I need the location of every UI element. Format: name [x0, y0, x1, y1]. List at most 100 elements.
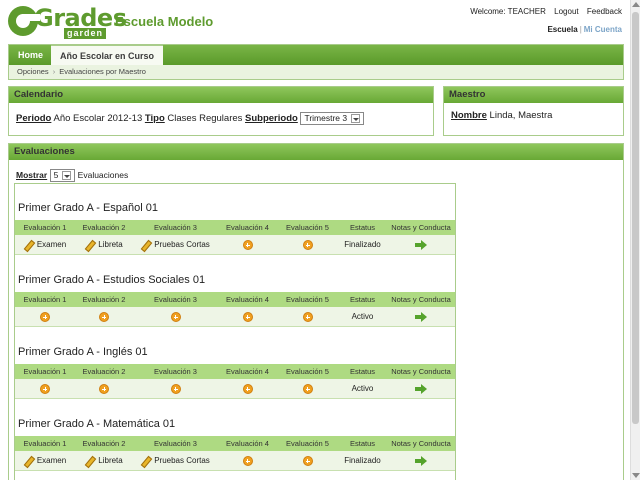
feedback-link[interactable]: Feedback	[587, 7, 622, 16]
column-header: Evaluación 5	[286, 223, 329, 232]
table-row: Activo	[15, 379, 455, 399]
pencil-icon	[85, 240, 95, 250]
scroll-up-icon[interactable]	[632, 2, 640, 7]
page-content: Grades garden Escuela Modelo Welcome: TE…	[0, 0, 630, 480]
evaluaciones-title: Evaluaciones	[9, 144, 623, 160]
course-title: Primer Grado A - Inglés 01	[18, 346, 148, 358]
course-block: Primer Grado A - Estudios Sociales 01 Eva…	[15, 256, 455, 328]
mostrar-row: Mostrar 5 Evaluaciones	[16, 169, 128, 182]
column-header: Notas y Conducta	[391, 439, 451, 448]
add-evaluation-button[interactable]	[218, 451, 277, 471]
tab-ano-escolar[interactable]: Año Escolar en Curso	[51, 45, 164, 65]
evaluation-link[interactable]: Libreta	[75, 451, 133, 471]
grid-header: Evaluación 1 Evaluación 2 Evaluación 3 Eval…	[15, 292, 455, 307]
periodo-label: Periodo	[16, 113, 52, 125]
add-evaluation-button[interactable]	[277, 379, 338, 399]
plus-circle-icon	[99, 383, 109, 394]
pencil-icon	[85, 456, 95, 466]
notas-conducta-button[interactable]	[387, 379, 455, 399]
arrow-right-icon	[415, 311, 427, 322]
add-evaluation-button[interactable]	[15, 379, 75, 399]
table-row: Examen Libreta Pruebas Cortas Finalizado	[15, 235, 455, 255]
column-header: Evaluación 3	[154, 295, 197, 304]
notas-conducta-button[interactable]	[387, 307, 455, 327]
tab-home[interactable]: Home	[9, 45, 52, 65]
account-mi-cuenta-link[interactable]: Mi Cuenta	[584, 25, 622, 34]
mostrar-label: Mostrar	[16, 169, 48, 180]
viewport: Grades garden Escuela Modelo Welcome: TE…	[0, 0, 640, 480]
column-header: Evaluación 2	[82, 439, 126, 448]
status-text: Finalizado	[344, 456, 381, 465]
column-header: Evaluación 3	[154, 223, 197, 232]
course-block: Primer Grado A - Matemática 01 Evaluación…	[15, 400, 455, 472]
add-evaluation-button[interactable]	[15, 307, 75, 327]
add-evaluation-button[interactable]	[277, 451, 338, 471]
account-separator: |	[579, 25, 582, 34]
status-text: Finalizado	[344, 240, 381, 249]
course-title: Primer Grado A - Español 01	[18, 202, 159, 214]
plus-circle-icon	[302, 239, 313, 250]
grades-garden-logo[interactable]: Grades garden	[8, 4, 127, 39]
table-row: Activo	[15, 307, 455, 327]
column-header: Estatus	[349, 367, 375, 376]
table-row: Examen Libreta Pruebas Cortas Finalizado	[15, 451, 455, 471]
school-name: Escuela Modelo	[115, 14, 214, 29]
notas-conducta-button[interactable]	[387, 451, 455, 471]
add-evaluation-button[interactable]	[218, 235, 277, 255]
column-header: Evaluación 2	[82, 367, 126, 376]
evaluation-link[interactable]: Libreta	[75, 235, 133, 255]
plus-circle-icon	[302, 455, 313, 466]
add-evaluation-button[interactable]	[218, 379, 277, 399]
column-header: Evaluación 5	[286, 367, 329, 376]
maestro-fields: Nombre Linda, Maestra	[451, 110, 552, 121]
mostrar-select[interactable]: 5	[49, 169, 76, 182]
add-evaluation-button[interactable]	[133, 307, 218, 327]
add-evaluation-button[interactable]	[133, 379, 218, 399]
logout-link[interactable]: Logout	[554, 7, 578, 16]
grid-header: Evaluación 1 Evaluación 2 Evaluación 3 Eval…	[15, 436, 455, 451]
evaluation-link[interactable]: Pruebas Cortas	[133, 451, 218, 471]
course-block: Primer Grado A - Español 01 Evaluación 1 E…	[15, 184, 455, 256]
notas-conducta-button[interactable]	[387, 235, 455, 255]
evaluation-link[interactable]: Examen	[15, 235, 75, 255]
grid-header: Evaluación 1 Evaluación 2 Evaluación 3 Eval…	[15, 364, 455, 379]
calendario-title: Calendario	[9, 87, 433, 103]
breadcrumb-opciones[interactable]: Opciones	[17, 67, 49, 76]
plus-circle-icon	[242, 455, 253, 466]
tipo-label: Tipo	[144, 113, 165, 125]
mostrar-suffix: Evaluaciones	[77, 169, 129, 180]
column-header: Evaluación 1	[23, 439, 67, 448]
plus-circle-icon	[40, 383, 50, 394]
add-evaluation-button[interactable]	[277, 235, 338, 255]
pencil-icon	[24, 240, 34, 250]
column-header: Notas y Conducta	[391, 367, 451, 376]
column-header: Estatus	[349, 439, 375, 448]
evaluation-link[interactable]: Pruebas Cortas	[133, 235, 218, 255]
account-escuela-link[interactable]: Escuela	[547, 25, 577, 34]
scroll-down-icon[interactable]	[632, 473, 640, 478]
course-block: Primer Grado A - Inglés 01 Evaluación 1 Ev…	[15, 328, 455, 400]
arrow-right-icon	[415, 239, 427, 250]
column-header: Evaluación 1	[23, 223, 67, 232]
nombre-value: Linda, Maestra	[489, 110, 553, 121]
subperiodo-select[interactable]: Trimestre 3	[300, 112, 365, 125]
course-title: Primer Grado A - Estudios Sociales 01	[18, 274, 206, 286]
breadcrumb-arrow-icon: ›	[52, 67, 56, 76]
scrollbar-thumb[interactable]	[632, 12, 639, 424]
plus-circle-icon	[99, 311, 109, 322]
add-evaluation-button[interactable]	[75, 307, 133, 327]
add-evaluation-button[interactable]	[75, 379, 133, 399]
evaluation-name: Libreta	[98, 240, 123, 249]
status-text: Activo	[351, 384, 374, 393]
column-header: Estatus	[349, 223, 375, 232]
add-evaluation-button[interactable]	[218, 307, 277, 327]
vertical-scrollbar[interactable]	[630, 0, 640, 480]
plus-circle-icon	[170, 383, 181, 394]
add-evaluation-button[interactable]	[277, 307, 338, 327]
plus-circle-icon	[242, 383, 253, 394]
column-header: Evaluación 1	[23, 367, 67, 376]
tipo-value: Clases Regulares	[167, 113, 243, 125]
logo-sub: garden	[64, 28, 107, 39]
evaluation-link[interactable]: Examen	[15, 451, 75, 471]
column-header: Evaluación 2	[82, 223, 126, 232]
